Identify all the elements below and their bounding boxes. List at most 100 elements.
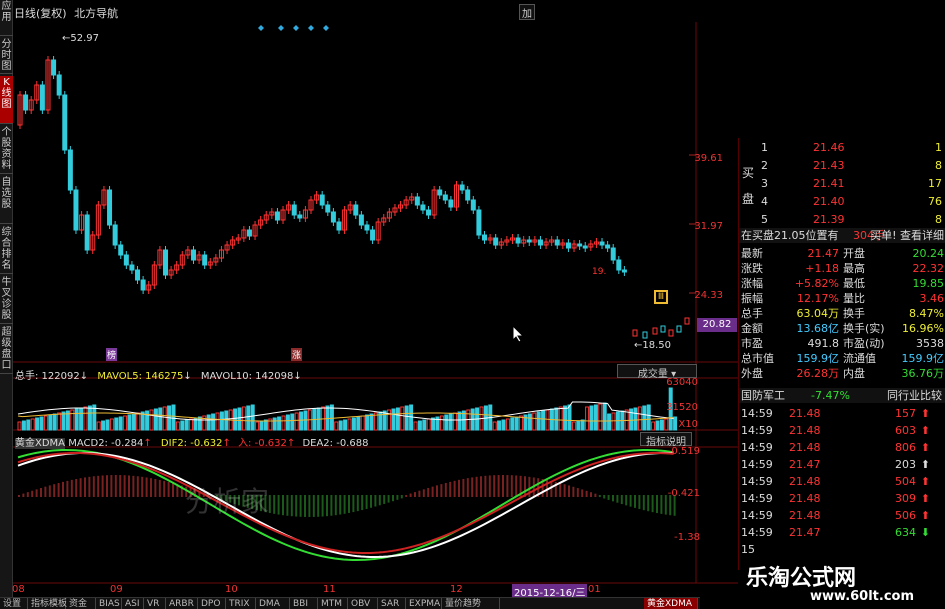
low-price-label: ←18.50 (634, 340, 672, 351)
tag-bang[interactable]: 榜 (106, 348, 118, 361)
indicator-tab-8[interactable]: TRIX (226, 598, 256, 609)
month-label-0: 08 (12, 584, 25, 595)
quote-row-0: 最新 21.47 开盘 20.24 (739, 246, 945, 261)
indicator-tab-12[interactable]: OBV (348, 598, 378, 609)
left-tab-2[interactable]: K线图 (0, 76, 13, 124)
tick-price: 21.48 (789, 407, 821, 420)
bid-level: 1 (761, 141, 768, 154)
quote-value: 26.28万 (796, 367, 840, 380)
indicator-help-button[interactable]: 指标说明 (640, 432, 692, 448)
watermark-title: 乐淘公式网 (746, 565, 857, 591)
quote-value: 12.17% (797, 292, 839, 305)
indicator-tab-4[interactable]: ASI (122, 598, 144, 609)
quote-label-2: 市盈(动) (843, 337, 885, 350)
indicator-tab-6[interactable]: ARBR (166, 598, 198, 609)
tick-volume: 157 (895, 407, 916, 420)
tick-price: 21.48 (789, 441, 821, 454)
indicator-tab-7[interactable]: DPO (198, 598, 226, 609)
indicator-tab-13[interactable]: SAR (378, 598, 406, 609)
volume-select[interactable]: 成交量 ▾ (617, 364, 697, 380)
dea2-value: DEA2: -0.688 (302, 438, 369, 449)
left-tab-1[interactable]: 分时图 (0, 38, 13, 74)
quote-label: 涨幅 (741, 277, 763, 290)
site-watermark: 乐淘公式网 www.60lt.com (740, 558, 945, 609)
up-arrow-icon: ⬆ (920, 492, 930, 505)
indicator-name: 黄金XDMA (15, 438, 66, 449)
indicator-tab-3[interactable]: BIAS (96, 598, 122, 609)
quote-value: 21.47 (807, 247, 840, 260)
quote-value: 491.8 (807, 337, 840, 350)
month-label-6: 01 (588, 584, 601, 595)
quote-row-1: 涨跌 +1.18 最高 22.32 (739, 261, 945, 276)
tick-volume: 634 (895, 526, 916, 539)
quote-label: 市盈 (741, 337, 763, 350)
tick-row-3: 14:59 21.47 203 ⬆ (739, 457, 945, 472)
candlestick-series (17, 25, 690, 339)
big-order-notice: 在买盘21.05位置有 304手 买单! 查看详细 (739, 228, 945, 243)
bid-price: 21.46 (813, 141, 845, 154)
up-arrow-icon: ⬆ (920, 458, 930, 471)
volume-legend: 总手: 122092↓ MAVOL5: 146275↓ MAVOL10: 142… (15, 371, 302, 382)
last-price-label: 20.82 (697, 318, 737, 332)
indicator-tab-2[interactable]: 资金 (66, 598, 96, 609)
chart-area[interactable] (13, 0, 738, 597)
quote-label: 外盘 (741, 367, 763, 380)
tick-time: 14:59 (741, 526, 773, 539)
left-tab-5[interactable]: 综合排名 (0, 226, 13, 274)
indicator-tab-5[interactable]: VR (144, 598, 166, 609)
tag-19: 19. (592, 267, 607, 277)
up-arrow-icon: ⬆ (920, 475, 930, 488)
quote-row-5: 金额 13.68亿 换手(实) 16.96% (739, 321, 945, 336)
indicator-tab-10[interactable]: BBI (290, 598, 318, 609)
bid-row-1: 1 21.46 1 (739, 140, 945, 155)
quote-label: 最新 (741, 247, 763, 260)
quote-label: 总市值 (741, 352, 774, 365)
tick-row-1: 14:59 21.48 603 ⬆ (739, 423, 945, 438)
mavol10: MAVOL10: 142098 (200, 371, 294, 382)
bid-row-2: 2 21.43 8 (739, 158, 945, 173)
up-arrow-icon: ⬆ (920, 407, 930, 420)
bid-volume: 17 (928, 177, 942, 190)
mavol5: MAVOL5: 146275 (97, 371, 184, 382)
left-tab-4[interactable]: 自选股 (0, 176, 13, 224)
left-tab-6[interactable]: 牛叉诊股 (0, 276, 13, 324)
signal-icon[interactable]: Ⅲ (654, 290, 668, 304)
indicator-tab-0[interactable]: 设置 (0, 598, 28, 609)
quote-value-2: 22.32 (912, 262, 945, 275)
macd2-value: MACD2: -0.284 (68, 438, 144, 449)
tick-price: 21.48 (789, 424, 821, 437)
bid-price: 21.39 (813, 213, 845, 226)
bid-level: 4 (761, 195, 768, 208)
tag-zhang[interactable]: 涨 (291, 348, 303, 361)
quote-row-7: 总市值 159.9亿 流通值 159.9亿 (739, 351, 945, 366)
indicator-tab-9[interactable]: DMA (256, 598, 290, 609)
tick-time: 14:59 (741, 441, 773, 454)
industry-row: 国防军工 -7.47% 同行业比较 (739, 388, 945, 403)
quote-value: 63.04万 (796, 307, 840, 320)
indicator-tab-14[interactable]: EXPMA (406, 598, 442, 609)
industry-compare-button[interactable]: 同行业比较 (887, 388, 942, 403)
notice-detail-button[interactable]: 买单! 查看详细 (870, 228, 944, 243)
quote-label: 总手 (741, 307, 763, 320)
vol-tick-3: X10 (678, 419, 698, 430)
macd-tick-2: -0.421 (667, 488, 700, 499)
tick-row-4: 14:59 21.48 504 ⬆ (739, 474, 945, 489)
indicator-tab-1[interactable]: 指标模板 (28, 598, 67, 609)
vol-tick-2: 31520 (666, 402, 698, 413)
indicator-tab-16[interactable]: 黄金XDMA (644, 598, 698, 609)
left-tab-3[interactable]: 个股资料 (0, 126, 13, 174)
quote-value: +1.18 (805, 262, 839, 275)
quote-row-2: 涨幅 +5.82% 最低 19.85 (739, 276, 945, 291)
quote-label-2: 内盘 (843, 367, 865, 380)
left-tab-7[interactable]: 超级盘口 (0, 326, 13, 374)
macd-tick-3: -1.38 (674, 532, 700, 543)
vol-tick-1: 63040 (666, 377, 698, 388)
indicator-tab-11[interactable]: MTM (318, 598, 348, 609)
quote-value-2: 3.46 (919, 292, 945, 305)
left-tab-0[interactable]: 应用 (0, 0, 13, 36)
quote-row-3: 振幅 12.17% 量比 3.46 (739, 291, 945, 306)
macd-histogram (18, 475, 676, 517)
indicator-tab-15[interactable]: 量价趋势 (442, 598, 500, 609)
tick-volume: 506 (895, 509, 916, 522)
industry-change: -7.47% (811, 389, 850, 402)
